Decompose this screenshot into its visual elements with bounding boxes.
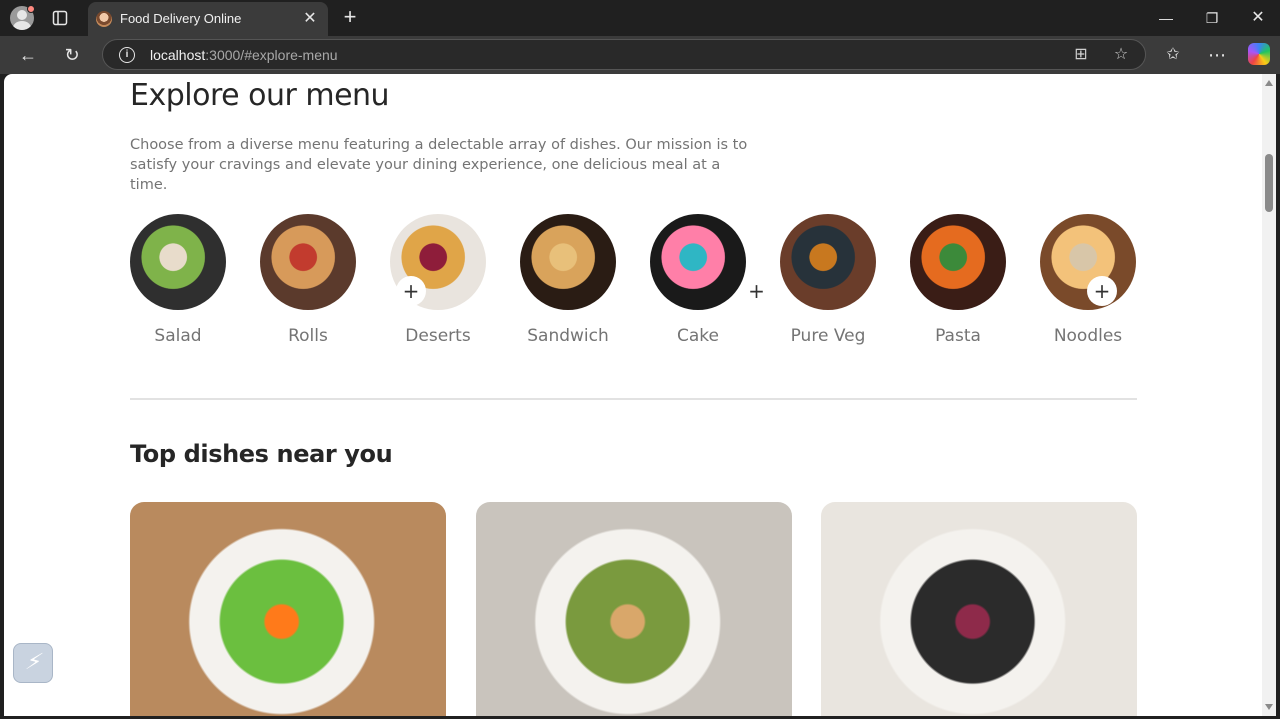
category-label: Pasta [935, 326, 981, 346]
category-item-pasta[interactable]: Pasta [910, 214, 1006, 346]
browser-tab-bar: Food Delivery Online ✕ + — ❐ ✕ [0, 0, 1280, 36]
tab-title: Food Delivery Online [120, 11, 242, 26]
close-window-icon[interactable]: ✕ [1246, 6, 1270, 30]
category-label: Deserts [405, 326, 471, 346]
category-item-noodles[interactable]: Noodles [1040, 214, 1136, 346]
add-to-cart-icon[interactable]: + [741, 276, 772, 306]
url-path: :3000/#explore-menu [205, 47, 338, 63]
address-bar[interactable]: i localhost:3000/#explore-menu ⊞ ☆ [102, 39, 1146, 70]
category-image[interactable] [520, 214, 616, 310]
category-image[interactable] [910, 214, 1006, 310]
refresh-icon[interactable]: ↻ [60, 43, 84, 67]
section-divider [130, 398, 1137, 400]
category-image[interactable] [780, 214, 876, 310]
scroll-thumb[interactable] [1265, 154, 1273, 212]
tabs-icon[interactable] [52, 10, 68, 26]
category-label: Sandwich [527, 326, 609, 346]
category-image[interactable] [130, 214, 226, 310]
category-image[interactable] [260, 214, 356, 310]
category-item-rolls[interactable]: Rolls [260, 214, 356, 346]
favorite-star-icon[interactable]: ☆ [1111, 45, 1131, 65]
tab-food-delivery[interactable]: Food Delivery Online ✕ [88, 2, 328, 36]
add-to-cart-icon[interactable]: + [1087, 276, 1117, 306]
url-host: localhost [150, 47, 206, 63]
url-text[interactable]: localhost:3000/#explore-menu [150, 47, 338, 63]
category-label: Noodles [1053, 326, 1123, 346]
category-item-sandwich[interactable]: Sandwich [520, 214, 616, 346]
profile-notification-dot [27, 5, 35, 13]
lightning-icon: ⚡ [23, 650, 46, 675]
category-label: Salad [154, 326, 202, 346]
info-icon[interactable]: i [119, 47, 135, 63]
maximize-icon[interactable]: ❐ [1200, 6, 1224, 30]
section-title: Top dishes near you [130, 440, 393, 468]
radicchio-salad-dish[interactable] [821, 502, 1137, 716]
add-to-cart-icon[interactable]: + [396, 276, 426, 306]
scrollbar[interactable] [1262, 74, 1276, 716]
category-label: Pure Veg [790, 326, 866, 346]
category-item-cake[interactable]: Cake [650, 214, 746, 346]
category-image[interactable] [650, 214, 746, 310]
asparagus-egg-dish[interactable] [130, 502, 446, 716]
close-icon[interactable]: ✕ [302, 11, 318, 27]
category-label: Rolls [288, 326, 328, 346]
browser-toolbar: ← ↻ i localhost:3000/#explore-menu ⊞ ☆ ✩… [0, 36, 1280, 74]
plus-icon[interactable]: + [340, 6, 360, 28]
scroll-down-arrow-icon[interactable] [1265, 704, 1273, 710]
favorites-icon[interactable]: ✩ [1161, 43, 1185, 67]
copilot-icon[interactable] [1248, 43, 1270, 65]
chicken-salad-dish[interactable] [475, 502, 792, 716]
minimize-icon[interactable]: — [1154, 6, 1178, 30]
category-item-pure-veg[interactable]: Pure Veg [780, 214, 876, 346]
scroll-up-arrow-icon[interactable] [1265, 80, 1273, 86]
menu-description: Choose from a diverse menu featuring a d… [130, 137, 748, 193]
category-item-salad[interactable]: Salad [130, 214, 226, 346]
back-icon[interactable]: ← [16, 43, 40, 67]
page-title: Explore our menu [130, 78, 390, 113]
split-screen-icon[interactable]: ⊞ [1071, 45, 1091, 65]
more-icon[interactable]: ⋯ [1205, 43, 1229, 67]
category-label: Cake [677, 326, 719, 346]
extension-button[interactable]: ⚡ [13, 643, 53, 683]
favicon-icon [96, 11, 112, 27]
page-viewport: Explore our menu Choose from a diverse m… [4, 74, 1262, 716]
